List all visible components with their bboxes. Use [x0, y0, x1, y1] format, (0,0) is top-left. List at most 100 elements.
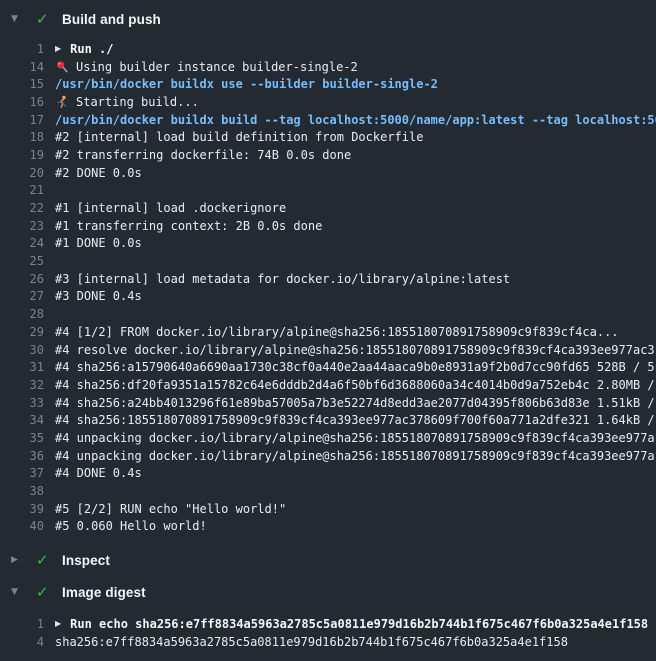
- section-header-build-and-push[interactable]: ▼ ✓ Build and push: [0, 4, 656, 34]
- log-line-content: #2 DONE 0.0s: [55, 166, 142, 180]
- log-line: 36 #4 unpacking docker.io/library/alpine…: [0, 447, 656, 465]
- line-number[interactable]: 22: [0, 201, 44, 215]
- line-number[interactable]: 19: [0, 148, 44, 162]
- log-line-content: sha256:e7ff8834a5963a2785c5a0811e979d16b…: [55, 635, 568, 649]
- log-line-text: #3 DONE 0.4s: [55, 289, 142, 303]
- line-number[interactable]: 40: [0, 519, 44, 533]
- section-title: Inspect: [62, 553, 110, 568]
- runner-icon: [55, 95, 69, 109]
- log-line: 19 #2 transferring dockerfile: 74B 0.0s …: [0, 146, 656, 164]
- line-number[interactable]: 38: [0, 484, 44, 498]
- line-number[interactable]: 1: [0, 617, 44, 631]
- log-line: 37 #4 DONE 0.4s: [0, 465, 656, 483]
- log-line: 20 #2 DONE 0.0s: [0, 164, 656, 182]
- log-section: ▼ ✓ Build and push 1 ▶Run ./ 14 Using bu…: [0, 4, 656, 545]
- line-number[interactable]: 24: [0, 236, 44, 250]
- log-line-content: /usr/bin/docker buildx build --tag local…: [55, 113, 656, 127]
- log-line-content: #4 resolve docker.io/library/alpine@sha2…: [55, 343, 655, 357]
- log-line-content: #4 unpacking docker.io/library/alpine@sh…: [55, 431, 655, 445]
- log-line-text: Run echo sha256:e7ff8834a5963a2785c5a081…: [70, 617, 648, 631]
- line-number[interactable]: 25: [0, 254, 44, 268]
- log-line-content: #4 unpacking docker.io/library/alpine@sh…: [55, 449, 655, 463]
- log-line-content: #4 [1/2] FROM docker.io/library/alpine@s…: [55, 325, 619, 339]
- log-line-text: #4 unpacking docker.io/library/alpine@sh…: [55, 431, 655, 445]
- line-number[interactable]: 14: [0, 60, 44, 74]
- log-line-text: #4 resolve docker.io/library/alpine@sha2…: [55, 343, 655, 357]
- log-line-text: #4 sha256:a24bb4013296f61e89ba57005a7b3e…: [55, 396, 655, 410]
- section-header-image-digest[interactable]: ▼ ✓ Image digest: [0, 577, 656, 607]
- log-line: 34 #4 sha256:185518070891758909c9f839cf4…: [0, 411, 656, 429]
- log-line-text: #5 0.060 Hello world!: [55, 519, 207, 533]
- log-line-content: #3 [internal] load metadata for docker.i…: [55, 272, 510, 286]
- line-number[interactable]: 23: [0, 219, 44, 233]
- log-line-text: Run ./: [70, 42, 113, 56]
- line-number[interactable]: 16: [0, 95, 44, 109]
- group-line[interactable]: ▶Run ./: [55, 42, 114, 56]
- line-number[interactable]: 37: [0, 466, 44, 480]
- log-line: 4 sha256:e7ff8834a5963a2785c5a0811e979d1…: [0, 633, 656, 651]
- log-line: 17 /usr/bin/docker buildx build --tag lo…: [0, 111, 656, 129]
- log-line: 29 #4 [1/2] FROM docker.io/library/alpin…: [0, 323, 656, 341]
- line-number[interactable]: 29: [0, 325, 44, 339]
- pushpin-icon: [55, 60, 69, 74]
- log-line: 30 #4 resolve docker.io/library/alpine@s…: [0, 341, 656, 359]
- log-line-text: #2 [internal] load build definition from…: [55, 130, 423, 144]
- line-number[interactable]: 33: [0, 396, 44, 410]
- log-line-content: #1 [internal] load .dockerignore: [55, 201, 286, 215]
- log-line: 18 #2 [internal] load build definition f…: [0, 128, 656, 146]
- line-number[interactable]: 30: [0, 343, 44, 357]
- log-line: 27 #3 DONE 0.4s: [0, 288, 656, 306]
- line-number[interactable]: 35: [0, 431, 44, 445]
- section-log: 1 ▶ Run echo sha256:e7ff8834a5963a2785c5a…: [0, 607, 656, 660]
- log-line-text: /usr/bin/docker buildx build --tag local…: [55, 113, 656, 127]
- line-number[interactable]: 26: [0, 272, 44, 286]
- line-number[interactable]: 39: [0, 502, 44, 516]
- log-line-text: #4 sha256:185518070891758909c9f839cf4ca3…: [55, 413, 655, 427]
- chevron-right-icon: ▶: [11, 556, 36, 565]
- log-line-text: Using builder instance builder-single-2: [76, 60, 358, 74]
- line-number[interactable]: 28: [0, 307, 44, 321]
- log-line: 32 #4 sha256:df20fa9351a15782c64e6dddb2d…: [0, 376, 656, 394]
- line-number[interactable]: 31: [0, 360, 44, 374]
- check-icon: ✓: [36, 585, 62, 600]
- log-line-text: #4 unpacking docker.io/library/alpine@sh…: [55, 449, 655, 463]
- line-number[interactable]: 32: [0, 378, 44, 392]
- line-number[interactable]: 20: [0, 166, 44, 180]
- log-line: 14 Using builder instance builder-single…: [0, 58, 656, 76]
- log-line-text: #1 transferring context: 2B 0.0s done: [55, 219, 322, 233]
- log-section: ▼ ✓ Image digest 1 ▶ Run echo sha256:e7ff…: [0, 577, 656, 660]
- log-line-content: #4 sha256:df20fa9351a15782c64e6dddb2d4a6…: [55, 378, 655, 392]
- log-line-content: #1 DONE 0.0s: [55, 236, 142, 250]
- group-line[interactable]: ▶ Run echo sha256:e7ff8834a5963a2785c5a08…: [55, 617, 648, 631]
- log-line: 40 #5 0.060 Hello world!: [0, 518, 656, 536]
- log-line: 16 Starting build...: [0, 93, 656, 111]
- line-number[interactable]: 1: [0, 42, 44, 56]
- log-line: 33 #4 sha256:a24bb4013296f61e89ba57005a7…: [0, 394, 656, 412]
- log-line-text: Starting build...: [76, 95, 199, 109]
- log-line: 21: [0, 182, 656, 200]
- log-line-content: #4 sha256:a24bb4013296f61e89ba57005a7b3e…: [55, 396, 655, 410]
- section-header-inspect[interactable]: ▶ ✓ Inspect: [0, 545, 656, 575]
- line-number[interactable]: 34: [0, 413, 44, 427]
- section-title: Build and push: [62, 12, 161, 27]
- log-line-content: Starting build...: [55, 95, 199, 109]
- line-number[interactable]: 4: [0, 635, 44, 649]
- line-number[interactable]: 27: [0, 289, 44, 303]
- log-line: 39 #5 [2/2] RUN echo "Hello world!": [0, 500, 656, 518]
- line-number[interactable]: 15: [0, 77, 44, 91]
- line-number[interactable]: 18: [0, 130, 44, 144]
- log-line-content: #1 transferring context: 2B 0.0s done: [55, 219, 322, 233]
- workflow-log-viewer: ▼ ✓ Build and push 1 ▶Run ./ 14 Using bu…: [0, 0, 656, 661]
- expand-arrow-icon: ▶: [55, 620, 61, 628]
- check-icon: ✓: [36, 12, 62, 27]
- log-line-text: #4 [1/2] FROM docker.io/library/alpine@s…: [55, 325, 619, 339]
- log-line: 1 ▶Run ./: [0, 40, 656, 58]
- line-number[interactable]: 17: [0, 113, 44, 127]
- log-line-text: #2 transferring dockerfile: 74B 0.0s don…: [55, 148, 351, 162]
- log-line: 25: [0, 252, 656, 270]
- log-line-text: #1 DONE 0.0s: [55, 236, 142, 250]
- line-number[interactable]: 21: [0, 183, 44, 197]
- line-number[interactable]: 36: [0, 449, 44, 463]
- log-line-text: #4 sha256:df20fa9351a15782c64e6dddb2d4a6…: [55, 378, 655, 392]
- log-line-text: #2 DONE 0.0s: [55, 166, 142, 180]
